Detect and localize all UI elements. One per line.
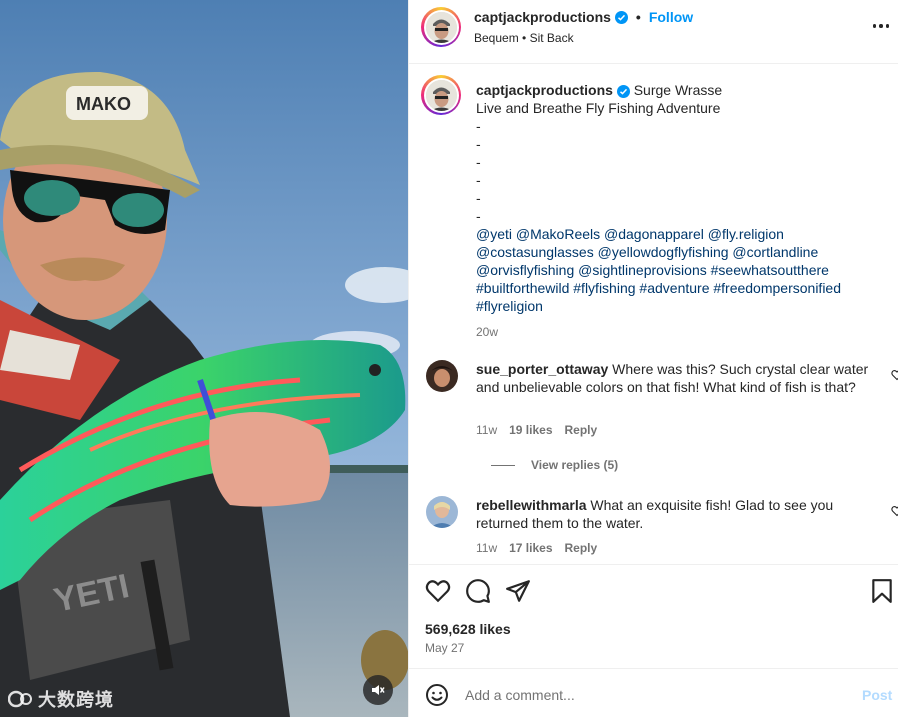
comment-composer: Post: [409, 668, 898, 717]
audio-track-link[interactable]: Bequem • Sit Back: [474, 31, 574, 45]
share-icon[interactable]: [505, 578, 531, 604]
caption-line: -: [476, 136, 481, 152]
caption-line: -: [476, 208, 481, 224]
caption-line: -: [476, 154, 481, 170]
video-frame: YETI MAKO: [0, 0, 408, 717]
speaker-muted-icon: [372, 685, 385, 695]
verified-badge-icon: [614, 10, 628, 24]
commenter-avatar[interactable]: [426, 360, 458, 392]
avatar-image: [425, 79, 457, 111]
avatar-image: [425, 11, 457, 43]
post-dialog: YETI MAKO 大数跨境 captjackproductions • Fol…: [0, 0, 898, 717]
comment-likes[interactable]: 17 likes: [509, 541, 552, 555]
watermark: 大数跨境: [8, 686, 114, 712]
caption-username[interactable]: captjackproductions: [476, 82, 613, 98]
author-avatar[interactable]: [421, 7, 461, 47]
hat-logo: MAKO: [76, 94, 131, 114]
comment-input[interactable]: [465, 681, 845, 709]
comment-reply-button[interactable]: Reply: [565, 541, 598, 555]
post-header: captjackproductions • Follow Bequem • Si…: [409, 0, 898, 64]
caption-text: captjackproductions Surge Wrasse Live an…: [476, 81, 886, 341]
author-username[interactable]: captjackproductions: [474, 9, 611, 25]
heart-icon[interactable]: [425, 578, 451, 604]
replies-divider: [491, 464, 515, 466]
caption-hashtags[interactable]: #builtforthewild #flyfishing #adventure …: [476, 279, 886, 297]
post-media[interactable]: YETI MAKO 大数跨境: [0, 0, 408, 717]
separator-dot: •: [635, 9, 641, 25]
post-side-panel: captjackproductions • Follow Bequem • Si…: [408, 0, 898, 717]
verified-badge-icon: [616, 85, 630, 98]
more-options-icon[interactable]: [871, 16, 891, 36]
comment-meta: 11w 17 likes Reply: [476, 541, 597, 555]
comment-icon[interactable]: [465, 578, 491, 604]
comment-timestamp[interactable]: 11w: [476, 423, 497, 437]
commenter-avatar[interactable]: [426, 496, 458, 528]
post-date[interactable]: May 27: [425, 641, 464, 655]
caption-timestamp[interactable]: 20w: [476, 323, 886, 341]
watermark-logo-icon: [8, 690, 32, 708]
caption-hashtags[interactable]: #flyreligion: [476, 297, 886, 315]
bookmark-icon[interactable]: [869, 578, 895, 604]
caption-line: -: [476, 118, 481, 134]
caption-line: Live and Breathe Fly Fishing Adventure: [476, 100, 721, 116]
like-count[interactable]: 569,628 likes: [425, 621, 511, 637]
emoji-icon[interactable]: [425, 683, 449, 707]
watermark-text: 大数跨境: [38, 690, 114, 710]
caption-mentions[interactable]: @costasunglasses @yellowdogflyfishing @c…: [476, 243, 886, 261]
commenter-username[interactable]: rebellewithmarla: [476, 497, 587, 513]
commenter-username[interactable]: sue_porter_ottaway: [476, 361, 608, 377]
caption-mentions-hashtags[interactable]: @orvisflyfishing @sightlineprovisions #s…: [476, 261, 886, 279]
comment-meta: 11w 19 likes Reply: [476, 423, 597, 437]
like-comment-heart-icon[interactable]: [891, 505, 898, 517]
caption-line: Surge Wrasse: [633, 82, 723, 98]
caption-author-avatar[interactable]: [421, 75, 461, 115]
comment-timestamp[interactable]: 11w: [476, 541, 497, 555]
like-comment-heart-icon[interactable]: [891, 369, 898, 381]
comment-likes[interactable]: 19 likes: [509, 423, 552, 437]
comment-reply-button[interactable]: Reply: [565, 423, 598, 437]
post-comment-button[interactable]: Post: [862, 687, 892, 703]
caption-line: -: [476, 172, 481, 188]
follow-button[interactable]: Follow: [649, 9, 693, 25]
caption-line: -: [476, 190, 481, 206]
comment-body: rebellewithmarla What an exquisite fish!…: [476, 496, 876, 532]
view-replies-button[interactable]: View replies (5): [491, 458, 618, 472]
comment-body: sue_porter_ottaway Where was this? Such …: [476, 360, 876, 396]
mute-button[interactable]: [363, 675, 393, 705]
post-actions: 569,628 likes May 27: [409, 564, 898, 668]
caption-mentions[interactable]: @yeti @MakoReels @dagonapparel @fly.reli…: [476, 225, 886, 243]
view-replies-label: View replies (5): [531, 458, 619, 472]
